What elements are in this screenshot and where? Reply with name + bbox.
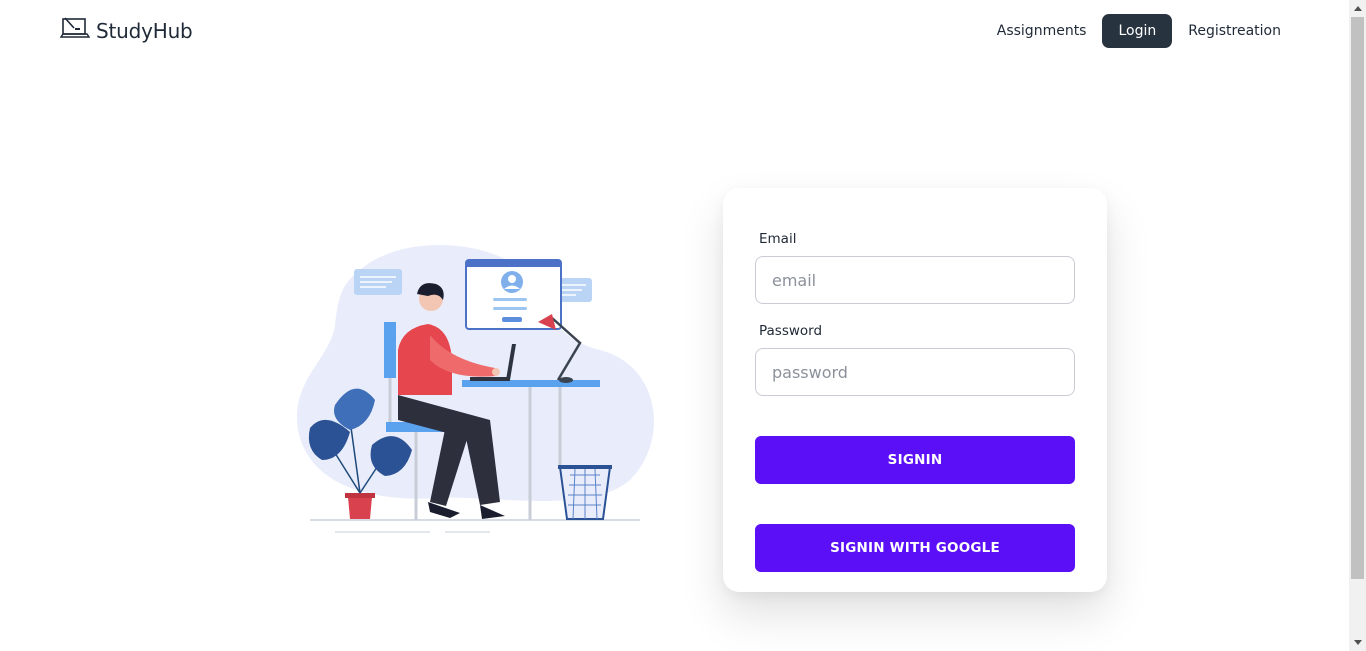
nav-links: Assignments Login Registreation xyxy=(989,14,1289,48)
chat-bubble-left xyxy=(354,269,402,295)
password-input[interactable] xyxy=(755,348,1075,396)
signin-with-google-button[interactable]: SIGNIN WITH GOOGLE xyxy=(755,524,1075,572)
nav-assignments[interactable]: Assignments xyxy=(989,14,1095,48)
nav-registration[interactable]: Registreation xyxy=(1180,14,1289,48)
signin-button[interactable]: SIGNIN xyxy=(755,436,1075,484)
page: StudyHub Assignments Login Registreation xyxy=(0,0,1366,651)
laptop-icon xyxy=(59,16,91,45)
navbar: StudyHub Assignments Login Registreation xyxy=(0,0,1349,64)
scroll-up-arrow-icon[interactable] xyxy=(1349,0,1366,17)
brand[interactable]: StudyHub xyxy=(59,16,193,45)
vertical-scrollbar[interactable] xyxy=(1349,0,1366,651)
login-card: Email Password SIGNIN SIGNIN WITH GOOGLE xyxy=(723,188,1107,592)
password-label: Password xyxy=(759,323,823,339)
email-input[interactable] xyxy=(755,256,1075,304)
waste-basket xyxy=(558,465,612,520)
login-illustration xyxy=(290,240,660,540)
nav-login[interactable]: Login xyxy=(1102,14,1173,48)
email-label: Email xyxy=(759,231,797,247)
brand-name: StudyHub xyxy=(96,18,193,43)
scroll-down-arrow-icon[interactable] xyxy=(1349,634,1366,651)
scrollbar-thumb[interactable] xyxy=(1351,17,1364,579)
